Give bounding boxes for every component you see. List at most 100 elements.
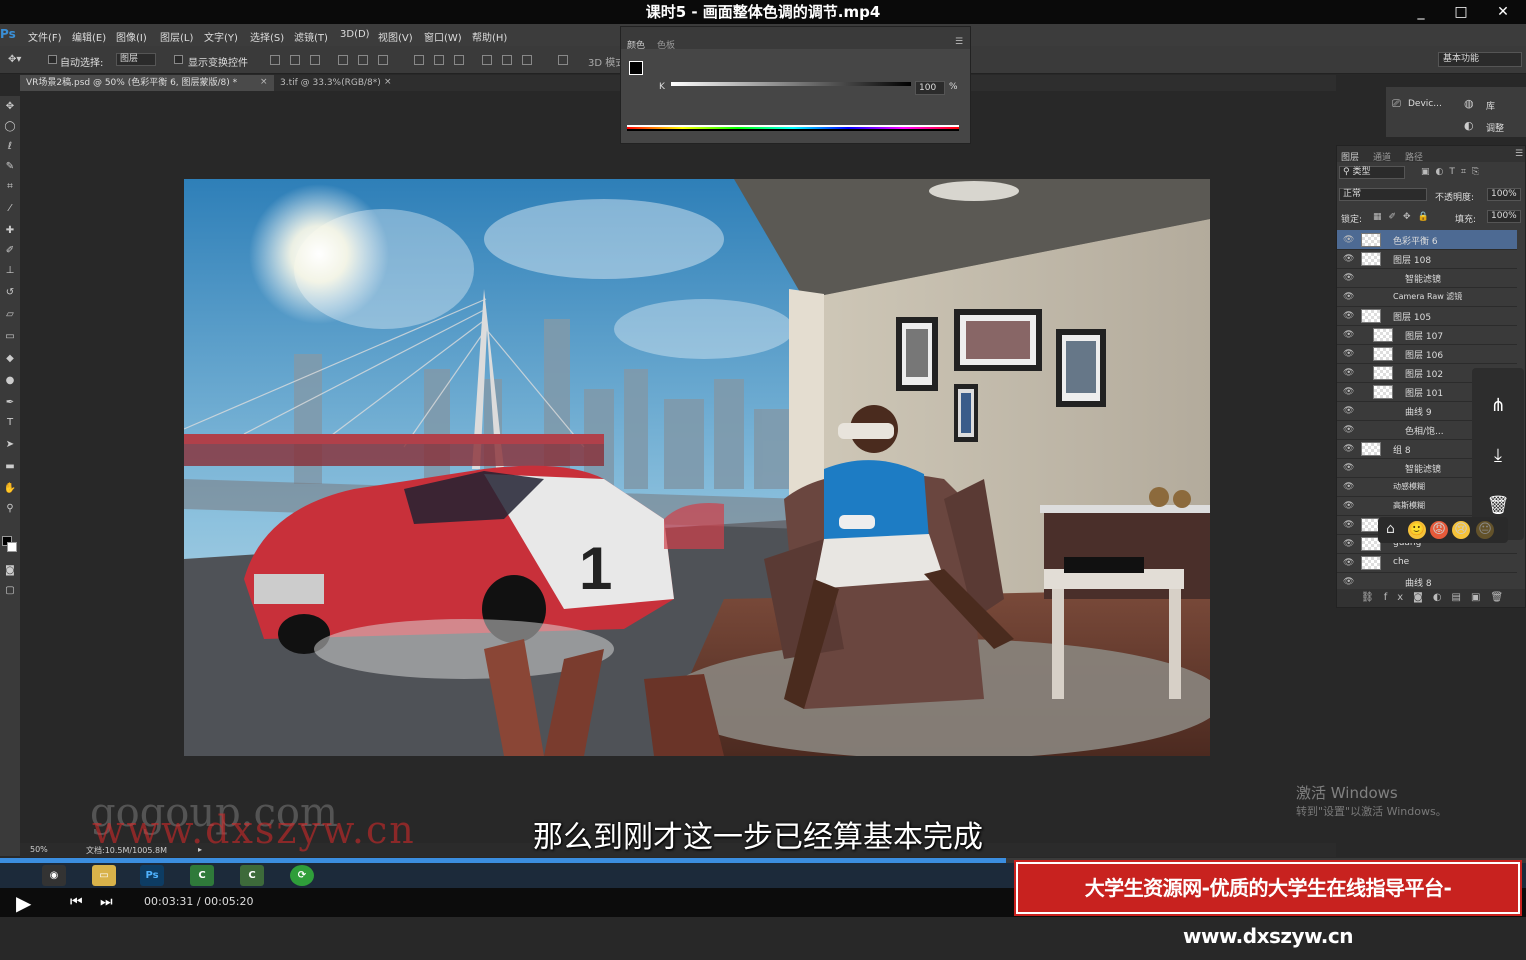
stamp-tool-icon[interactable]: ⊥	[3, 264, 17, 278]
layer-row[interactable]: 👁 智能滤镜	[1337, 268, 1517, 288]
color-spectrum-bar[interactable]	[627, 125, 959, 131]
distribute-hcenter-icon[interactable]	[502, 55, 512, 65]
show-transform-checkbox[interactable]	[174, 55, 183, 64]
camera-app-icon[interactable]: ◉	[42, 865, 66, 886]
align-top-icon[interactable]	[270, 55, 280, 65]
minimize-button[interactable]: _	[1408, 2, 1434, 22]
screen-mode-icon[interactable]: ▢	[3, 584, 17, 598]
layer-visibility-icon[interactable]: 👁	[1343, 482, 1354, 492]
menu-type[interactable]: 文字(Y)	[204, 29, 238, 44]
lock-icons[interactable]: ▦✐✥🔒	[1373, 212, 1436, 222]
library-icon[interactable]: ◍	[1464, 97, 1474, 110]
brush-tool-icon[interactable]: ✐	[3, 244, 17, 258]
gradient-tool-icon[interactable]: ▭	[3, 330, 17, 344]
filter-icons[interactable]: ▣◐T⌗⎘	[1421, 167, 1485, 177]
layer-visibility-icon[interactable]: 👁	[1343, 444, 1354, 454]
layer-actions-bar[interactable]: ⛓fx◙◐▤▣🗑	[1337, 589, 1525, 607]
canvas-image[interactable]: 1	[184, 179, 1210, 756]
maximize-button[interactable]: □	[1448, 2, 1474, 22]
eraser-tool-icon[interactable]: ▱	[3, 308, 17, 322]
layer-visibility-icon[interactable]: 👁	[1343, 387, 1354, 397]
type-tool-icon[interactable]: T	[3, 416, 17, 430]
layer-filter-dropdown[interactable]: ⚲ 类型	[1339, 166, 1405, 179]
align-hcenter-icon[interactable]	[358, 55, 368, 65]
healing-tool-icon[interactable]: ✚	[3, 224, 17, 238]
menu-edit[interactable]: 编辑(E)	[72, 29, 106, 44]
menu-image[interactable]: 图像(I)	[116, 29, 147, 44]
library-label[interactable]: 库	[1486, 99, 1495, 112]
close-tab-icon[interactable]: ×	[384, 77, 392, 87]
layer-row[interactable]: 👁 图层 107	[1337, 325, 1517, 345]
emoji-smile[interactable]: 🙂	[1408, 521, 1426, 539]
history-brush-tool-icon[interactable]: ↺	[3, 286, 17, 300]
layer-visibility-icon[interactable]: 👁	[1343, 539, 1354, 549]
doc-tab-3tif[interactable]: 3.tif @ 33.3%(RGB/8*)	[274, 75, 394, 91]
tab-layers[interactable]: 图层	[1341, 150, 1359, 163]
emoji-neutral[interactable]: 😐	[1476, 521, 1494, 539]
layer-visibility-icon[interactable]: 👁	[1343, 349, 1354, 359]
distribute-vcenter-icon[interactable]	[434, 55, 444, 65]
delete-icon[interactable]: 🗑	[1486, 494, 1510, 518]
auto-align-icon[interactable]	[558, 55, 568, 65]
layer-visibility-icon[interactable]: 👁	[1343, 425, 1354, 435]
auto-select-dropdown[interactable]: 图层	[116, 53, 156, 66]
menu-view[interactable]: 视图(V)	[378, 29, 413, 44]
distribute-left-icon[interactable]	[482, 55, 492, 65]
layer-row[interactable]: 👁 图层 108	[1337, 249, 1517, 269]
k-value-input[interactable]: 100	[915, 81, 945, 95]
tab-swatches[interactable]: 色板	[657, 38, 675, 51]
hand-tool-icon[interactable]: ✋	[3, 482, 17, 496]
next-icon[interactable]: ⏭	[100, 894, 113, 910]
share-icon[interactable]: ⋔	[1486, 394, 1510, 418]
blur-tool-icon[interactable]: ◆	[3, 352, 17, 366]
camtasia-app-icon[interactable]: C	[190, 865, 214, 886]
layer-row[interactable]: 👁 图层 105	[1337, 306, 1517, 326]
layer-row[interactable]: 👁 图层 106	[1337, 344, 1517, 364]
layer-visibility-icon[interactable]: 👁	[1343, 501, 1354, 511]
distribute-right-icon[interactable]	[522, 55, 532, 65]
layer-row[interactable]: 👁 Camera Raw 滤镜	[1337, 287, 1517, 307]
align-right-icon[interactable]	[378, 55, 388, 65]
device-preview-icon[interactable]: ⎚	[1392, 97, 1401, 111]
device-preview-label[interactable]: Devic...	[1408, 99, 1442, 109]
crop-tool-icon[interactable]: ⌗	[3, 180, 17, 194]
camtasia-recorder-icon[interactable]: C	[240, 865, 264, 886]
adjustments-label[interactable]: 调整	[1486, 121, 1504, 134]
pen-tool-icon[interactable]: ✒	[3, 396, 17, 410]
layer-visibility-icon[interactable]: 👁	[1343, 406, 1354, 416]
close-tab-icon[interactable]: ×	[260, 77, 268, 87]
menu-window[interactable]: 窗口(W)	[424, 29, 462, 44]
align-bottom-icon[interactable]	[310, 55, 320, 65]
align-vcenter-icon[interactable]	[290, 55, 300, 65]
lasso-tool-icon[interactable]: ℓ	[3, 140, 17, 154]
layer-visibility-icon[interactable]: 👁	[1343, 463, 1354, 473]
fill-input[interactable]: 100%	[1487, 210, 1521, 223]
workspace-dropdown[interactable]: 基本功能	[1438, 52, 1522, 67]
close-button[interactable]: ✕	[1490, 2, 1516, 22]
menu-3d[interactable]: 3D(D)	[340, 29, 370, 40]
tab-channels[interactable]: 通道	[1373, 150, 1391, 163]
adjustments-icon[interactable]: ◐	[1464, 119, 1474, 132]
menu-layer[interactable]: 图层(L)	[160, 29, 193, 44]
play-icon[interactable]: ▶	[16, 891, 31, 915]
quick-select-tool-icon[interactable]: ✎	[3, 160, 17, 174]
background-color-swatch[interactable]	[7, 542, 17, 552]
quick-mask-icon[interactable]: ◙	[3, 564, 17, 578]
shape-tool-icon[interactable]: ▬	[3, 460, 17, 474]
menu-file[interactable]: 文件(F)	[28, 29, 62, 44]
doc-tab-vr-scene[interactable]: VR场景2稿.psd @ 50% (色彩平衡 6, 图层蒙版/8) *	[20, 75, 274, 91]
previous-icon[interactable]: ⏮	[70, 894, 83, 910]
layer-visibility-icon[interactable]: 👁	[1343, 330, 1354, 340]
auto-select-checkbox[interactable]	[48, 55, 57, 64]
layer-row[interactable]: 👁 che	[1337, 553, 1517, 573]
layer-row[interactable]: 👁 曲线 8	[1337, 572, 1517, 590]
tab-color[interactable]: 颜色	[627, 38, 645, 51]
path-select-tool-icon[interactable]: ➤	[3, 438, 17, 452]
k-slider[interactable]	[671, 82, 911, 86]
color-fg-swatch[interactable]	[629, 61, 643, 75]
layer-visibility-icon[interactable]: 👁	[1343, 254, 1354, 264]
layer-visibility-icon[interactable]: 👁	[1343, 558, 1354, 568]
layer-row[interactable]: 👁 色彩平衡 6	[1337, 230, 1517, 250]
blend-mode-dropdown[interactable]: 正常	[1339, 188, 1427, 201]
download-icon[interactable]: ⤓	[1486, 444, 1510, 468]
